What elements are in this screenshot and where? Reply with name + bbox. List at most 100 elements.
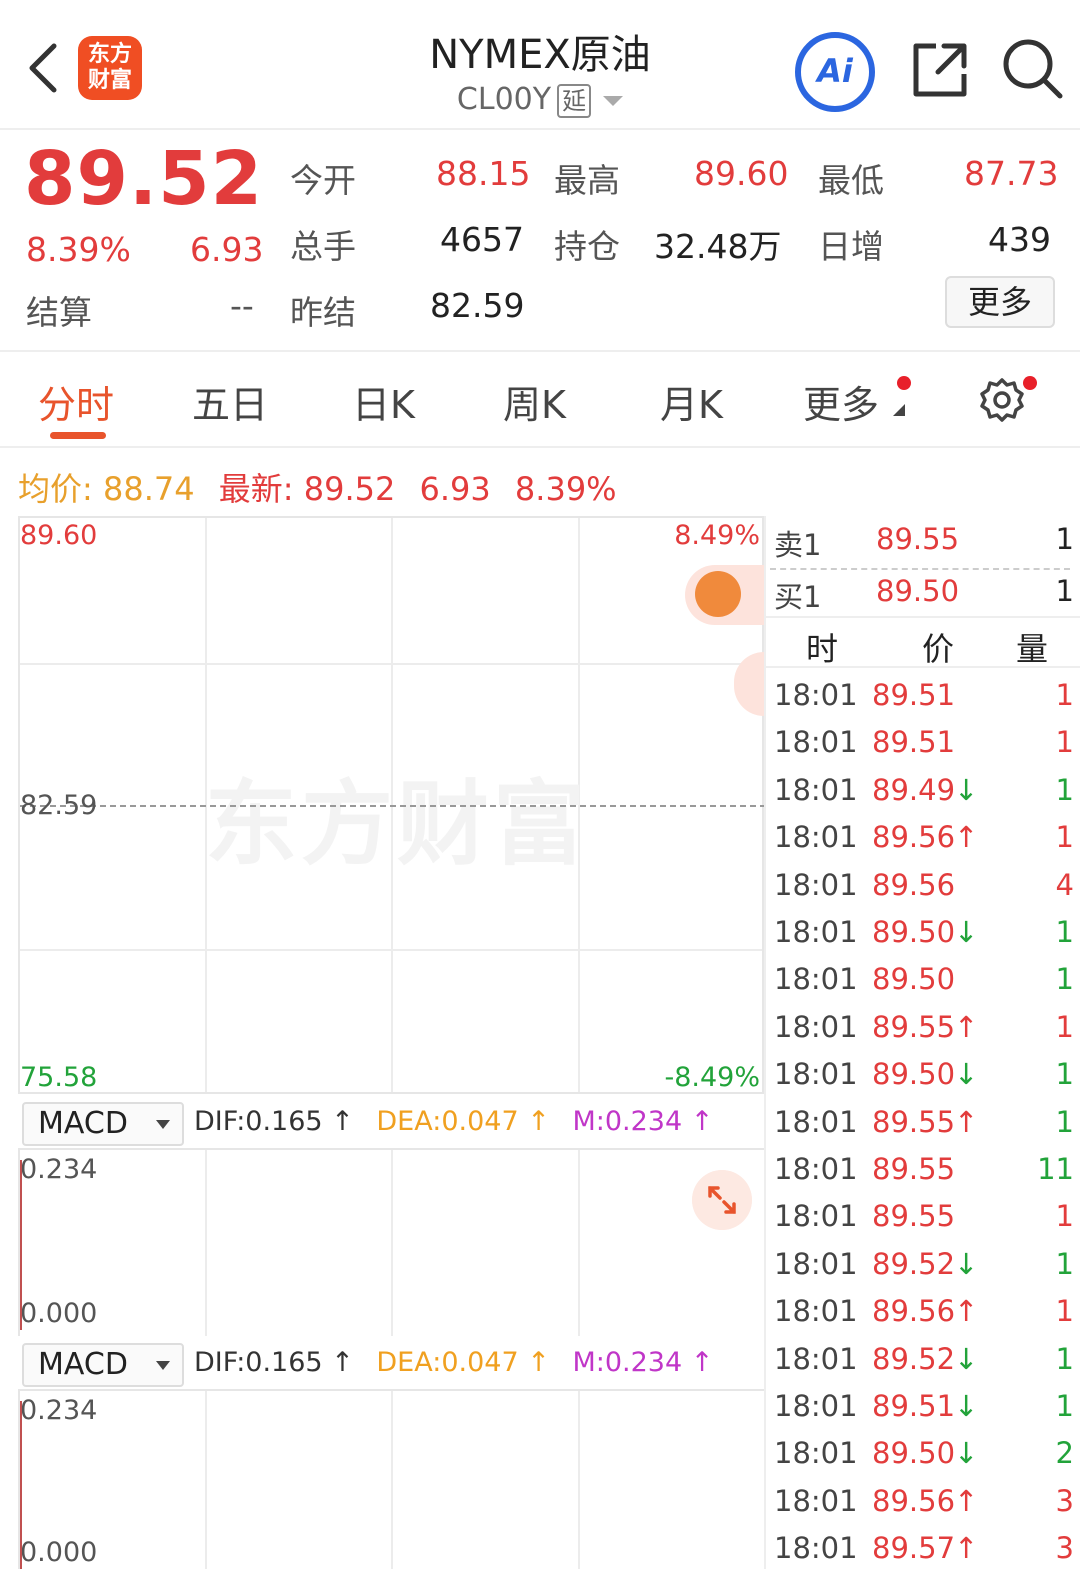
tab-more[interactable]: 更多 <box>803 374 879 429</box>
tab-intraday[interactable]: 分时 <box>38 374 114 429</box>
quote-more-button[interactable]: 更多 <box>945 276 1055 328</box>
ai-assistant-button[interactable]: Ai <box>795 32 875 112</box>
price-header: 价 <box>922 630 955 668</box>
grid-line <box>391 1391 393 1569</box>
avg-price-value: 88.74 <box>102 470 195 508</box>
prev-settle-value: 82.59 <box>430 286 525 325</box>
mascot-floating-button[interactable] <box>685 565 765 625</box>
tab-five-day[interactable]: 五日 <box>192 374 268 429</box>
macd-chart[interactable]: 0.234 0.000 <box>18 1391 764 1569</box>
intraday-chart[interactable]: 东方财富 89.60 82.59 75.58 8.49% -8.49% <box>18 516 766 1094</box>
last-price: 89.52 <box>24 136 264 222</box>
latest-change-pct: 8.39% <box>514 470 617 508</box>
macd-y-bottom: 0.000 <box>20 1537 98 1568</box>
price-info-line: 均价: 88.74 最新: 89.52 6.93 8.39% <box>18 464 617 510</box>
macd-bar-mark <box>20 1160 22 1330</box>
change-percent: 8.39% <box>26 230 131 269</box>
delay-badge: 延 <box>557 84 592 118</box>
trade-time: 18:01 <box>774 1009 858 1044</box>
trade-qty: 1 <box>1055 1199 1074 1234</box>
indicator-selector[interactable]: MACD <box>22 1102 184 1146</box>
trade-qty: 1 <box>1055 915 1074 949</box>
macd-y-top: 0.234 <box>20 1395 98 1426</box>
share-icon[interactable] <box>910 40 970 100</box>
trade-row: 18:01 89.50 ↓ 1 <box>766 1051 1080 1098</box>
trade-qty: 1 <box>1055 772 1074 807</box>
trade-time: 18:01 <box>774 1246 858 1281</box>
indicator-selector[interactable]: MACD <box>22 1343 184 1387</box>
instrument-title: NYMEX原油 <box>429 32 651 78</box>
trade-qty: 2 <box>1055 1436 1074 1471</box>
trade-price: 89.50 <box>872 1436 956 1471</box>
trade-row: 18:01 89.56 ↑ 1 <box>766 814 1080 861</box>
arrow-up-icon: ↑ <box>954 1009 979 1044</box>
trade-price: 89.55 <box>872 1009 956 1044</box>
settle-value: -- <box>230 286 254 325</box>
trade-row: 18:01 89.55 1 <box>766 1193 1080 1240</box>
grid-line <box>20 949 762 951</box>
chevron-down-icon <box>156 1361 170 1370</box>
active-tab-indicator <box>50 432 106 439</box>
trade-price: 89.51 <box>872 1389 956 1423</box>
expand-icon[interactable] <box>692 1170 752 1230</box>
trade-row: 18:01 89.50 ↓ 1 <box>766 909 1080 956</box>
ask-label: 卖1 <box>774 528 822 562</box>
tab-monthly-k[interactable]: 月K <box>660 374 723 429</box>
trade-qty: 1 <box>1055 678 1074 712</box>
back-arrow-icon[interactable] <box>22 38 66 98</box>
dea-value: DEA:0.047 ↑ <box>376 1347 550 1378</box>
avg-price-label: 均价: <box>18 470 93 508</box>
trade-time: 18:01 <box>774 1104 858 1139</box>
arrow-down-icon: ↓ <box>954 1246 979 1281</box>
latest-change: 6.93 <box>419 470 491 508</box>
prev-settle-label: 昨结 <box>290 293 356 332</box>
macd-chart[interactable]: 0.234 0.000 <box>18 1150 764 1336</box>
bid-row: 买1 89.50 1 <box>766 568 1080 616</box>
low-label: 最低 <box>818 161 884 200</box>
indicator-name: MACD <box>38 1347 128 1382</box>
pct-axis-min: -8.49% <box>664 1062 760 1093</box>
grid-line <box>391 1150 393 1336</box>
quote-panel: 89.52 8.39% 6.93 结算 -- 今开 88.15 最高 89.60… <box>0 132 1080 352</box>
trade-qty: 1 <box>1055 1294 1074 1329</box>
arrow-down-icon: ↓ <box>954 915 979 949</box>
grid-line <box>205 1391 207 1569</box>
macd-y-top: 0.234 <box>20 1154 98 1185</box>
high-value: 89.60 <box>694 154 789 193</box>
watermark: 东方财富 <box>205 771 590 878</box>
open-label: 今开 <box>290 161 356 200</box>
tab-weekly-k[interactable]: 周K <box>503 374 566 429</box>
settings-gear-icon[interactable] <box>978 376 1026 424</box>
trade-time: 18:01 <box>774 1294 858 1329</box>
trade-time: 18:01 <box>774 1057 858 1092</box>
instrument-code-selector[interactable]: CL00Y 延 <box>340 82 740 118</box>
trade-time: 18:01 <box>774 1152 858 1186</box>
trade-qty: 1 <box>1055 1341 1074 1376</box>
logo-text-line1: 东方 <box>87 42 132 67</box>
m-value: M:0.234 ↑ <box>572 1106 714 1137</box>
tab-daily-k[interactable]: 日K <box>352 374 415 429</box>
chevron-down-icon <box>156 1120 170 1129</box>
arrow-up-icon: ↑ <box>954 1531 979 1566</box>
search-icon[interactable] <box>1000 36 1064 100</box>
latest-label: 最新: <box>218 470 294 508</box>
arrow-up-icon: ↑ <box>954 820 979 855</box>
trade-time: 18:01 <box>774 1436 858 1471</box>
bid-label: 买1 <box>774 580 822 614</box>
change-amount: 6.93 <box>190 230 264 269</box>
trade-time: 18:01 <box>774 1199 858 1234</box>
trade-time: 18:01 <box>774 678 858 712</box>
bid-price: 89.50 <box>876 574 960 608</box>
arrow-up-icon: ↑ <box>954 1483 979 1518</box>
trade-price: 89.55 <box>872 1104 956 1139</box>
pct-axis-max: 8.49% <box>674 520 760 551</box>
dif-value: DIF:0.165 ↑ <box>194 1106 354 1137</box>
arrow-down-icon: ↓ <box>954 1341 979 1376</box>
trade-time: 18:01 <box>774 1483 858 1518</box>
trade-row: 18:01 89.50 ↓ 2 <box>766 1430 1080 1477</box>
settings-notification-dot <box>1023 376 1037 390</box>
volume-value: 4657 <box>440 220 524 259</box>
trade-price: 89.57 <box>872 1531 956 1566</box>
arrow-down-icon: ↓ <box>954 1436 979 1471</box>
high-label: 最高 <box>554 161 620 200</box>
